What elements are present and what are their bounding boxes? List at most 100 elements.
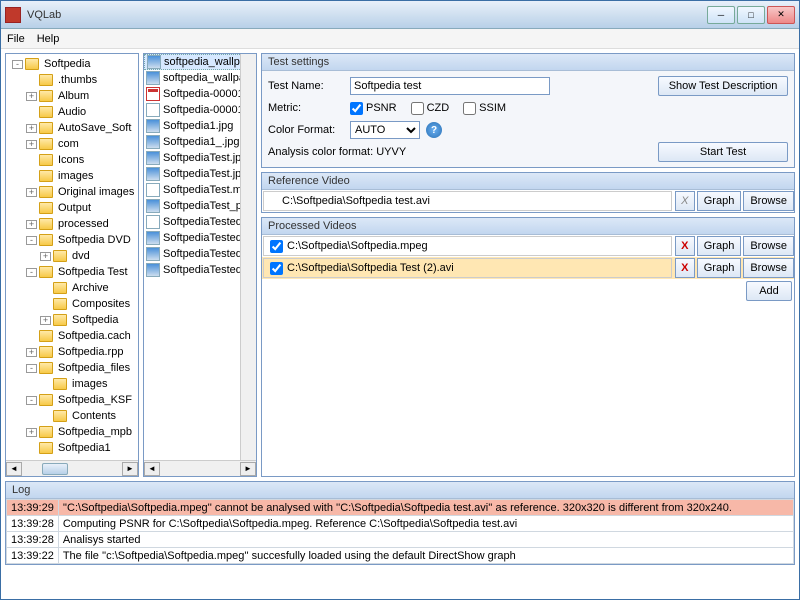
tree-item[interactable]: -Softpedia Test (8, 264, 136, 280)
tree-item[interactable]: Output (8, 200, 136, 216)
processed-browse-button[interactable]: Browse (743, 258, 794, 278)
log-time: 13:39:28 (7, 516, 59, 532)
file-icon (146, 119, 160, 133)
test-settings-header: Test settings (262, 54, 794, 71)
ssim-checkbox[interactable] (463, 102, 476, 115)
menu-file[interactable]: File (7, 33, 25, 45)
scroll-right-icon[interactable]: ► (122, 462, 138, 476)
scroll-thumb[interactable] (42, 463, 68, 475)
tree-item[interactable]: +processed (8, 216, 136, 232)
processed-graph-button[interactable]: Graph (697, 258, 742, 278)
czd-checkbox[interactable] (411, 102, 424, 115)
tree-item[interactable]: Audio (8, 104, 136, 120)
tree-item[interactable]: -Softpedia_KSF (8, 392, 136, 408)
czd-label: CZD (427, 102, 450, 114)
log-table: 13:39:29''C:\Softpedia\Softpedia.mpeg'' … (6, 499, 794, 564)
tree-item[interactable]: images (8, 376, 136, 392)
file-icon (146, 199, 160, 213)
menu-help[interactable]: Help (37, 33, 60, 45)
folder-icon (39, 442, 53, 454)
tree-item[interactable]: +Softpedia.rpp (8, 344, 136, 360)
tree-item[interactable]: +Original images (8, 184, 136, 200)
close-button[interactable]: ✕ (767, 6, 795, 24)
maximize-button[interactable]: □ (737, 6, 765, 24)
log-row: 13:39:29''C:\Softpedia\Softpedia.mpeg'' … (7, 500, 794, 516)
filelist-hscrollbar[interactable]: ◄ ► (144, 460, 256, 476)
folder-icon (53, 250, 67, 262)
processed-video-path[interactable]: C:\Softpedia\Softpedia Test (2).avi (263, 258, 672, 278)
tree-item[interactable]: Contents (8, 408, 136, 424)
test-name-label: Test Name: (268, 80, 344, 92)
remove-video-button[interactable]: X (675, 258, 695, 278)
processed-video-path[interactable]: C:\Softpedia\Softpedia.mpeg (263, 236, 672, 256)
folder-tree[interactable]: -Softpedia.thumbs+AlbumAudio+AutoSave_So… (5, 53, 139, 477)
tree-item[interactable]: +com (8, 136, 136, 152)
tree-item[interactable]: +Softpedia_mpb (8, 424, 136, 440)
folder-icon (39, 122, 53, 134)
processed-videos-header: Processed Videos (262, 218, 794, 235)
processed-graph-button[interactable]: Graph (697, 236, 742, 256)
tree-item[interactable]: Softpedia1 (8, 440, 136, 454)
tree-item[interactable]: Icons (8, 152, 136, 168)
reference-video-header: Reference Video (262, 173, 794, 190)
ssim-label: SSIM (479, 102, 506, 114)
scroll-right-icon[interactable]: ► (240, 462, 256, 476)
folder-icon (39, 186, 53, 198)
scroll-left-icon[interactable]: ◄ (6, 462, 22, 476)
log-panel: Log 13:39:29''C:\Softpedia\Softpedia.mpe… (5, 481, 795, 565)
log-time: 13:39:29 (7, 500, 59, 516)
file-icon (146, 151, 160, 165)
folder-icon (53, 282, 67, 294)
processed-video-checkbox[interactable] (270, 240, 283, 253)
remove-video-button[interactable]: X (675, 236, 695, 256)
tree-item[interactable]: .thumbs (8, 72, 136, 88)
tree-hscrollbar[interactable]: ◄ ► (6, 460, 138, 476)
tree-item[interactable]: +Softpedia (8, 312, 136, 328)
reference-browse-button[interactable]: Browse (743, 191, 794, 211)
log-message: Computing PSNR for C:\Softpedia\Softpedi… (58, 516, 793, 532)
tree-item[interactable]: +AutoSave_Soft (8, 120, 136, 136)
log-row: 13:39:28Analisys started (7, 532, 794, 548)
processed-browse-button[interactable]: Browse (743, 236, 794, 256)
file-icon (146, 71, 160, 85)
tree-item[interactable]: -Softpedia (8, 56, 136, 72)
tree-item[interactable]: images (8, 168, 136, 184)
tree-item[interactable]: Composites (8, 296, 136, 312)
reference-graph-button[interactable]: Graph (697, 191, 742, 211)
folder-icon (53, 298, 67, 310)
filelist-vscrollbar[interactable] (240, 54, 256, 460)
scroll-left-icon[interactable]: ◄ (144, 462, 160, 476)
tree-item[interactable]: +dvd (8, 248, 136, 264)
reference-clear-button[interactable]: X (675, 191, 695, 211)
tree-item[interactable]: Archive (8, 280, 136, 296)
tree-item[interactable]: -Softpedia DVD (8, 232, 136, 248)
tree-item[interactable]: Softpedia.cach (8, 328, 136, 344)
start-test-button[interactable]: Start Test (658, 142, 788, 162)
menubar: File Help (1, 29, 799, 49)
reference-video-panel: Reference Video C:\Softpedia\Softpedia t… (261, 172, 795, 213)
psnr-checkbox[interactable] (350, 102, 363, 115)
help-icon[interactable]: ? (426, 122, 442, 138)
processed-videos-panel: Processed Videos C:\Softpedia\Softpedia.… (261, 217, 795, 477)
file-list[interactable]: softpedia_wallpaper_3softpedia_wallpaper… (143, 53, 257, 477)
processed-video-row[interactable]: C:\Softpedia\Softpedia Test (2).aviXGrap… (262, 257, 794, 279)
processed-video-checkbox[interactable] (270, 262, 283, 275)
minimize-button[interactable]: ─ (707, 6, 735, 24)
analysis-format-label: Analysis color format: UYVY (268, 146, 406, 158)
window-title: VQLab (27, 9, 707, 21)
add-video-button[interactable]: Add (746, 281, 792, 301)
color-format-select[interactable]: AUTO (350, 121, 420, 139)
show-test-description-button[interactable]: Show Test Description (658, 76, 788, 96)
test-name-input[interactable] (350, 77, 550, 95)
file-icon (146, 231, 160, 245)
log-time: 13:39:22 (7, 548, 59, 564)
file-icon (146, 247, 160, 261)
log-row: 13:39:28Computing PSNR for C:\Softpedia\… (7, 516, 794, 532)
tree-item[interactable]: +Album (8, 88, 136, 104)
folder-icon (39, 106, 53, 118)
reference-video-path[interactable]: C:\Softpedia\Softpedia test.avi (263, 191, 672, 211)
test-settings-panel: Test settings Test Name: Show Test Descr… (261, 53, 795, 168)
processed-video-row[interactable]: C:\Softpedia\Softpedia.mpegXGraphBrowse (262, 235, 794, 257)
app-icon (5, 7, 21, 23)
tree-item[interactable]: -Softpedia_files (8, 360, 136, 376)
